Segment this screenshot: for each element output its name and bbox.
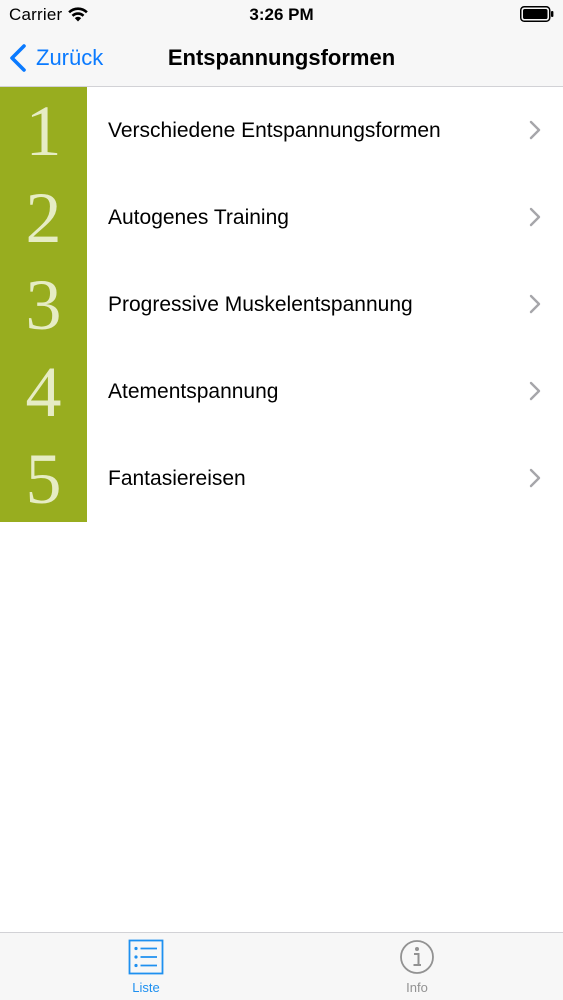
topic-list: 1 Verschiedene Entspannungsformen 2 Auto…: [0, 87, 563, 522]
list-item-2[interactable]: 2 Autogenes Training: [0, 174, 563, 261]
list-icon: [128, 939, 164, 975]
number-badge: 5: [0, 435, 87, 522]
navigation-bar: Zurück Entspannungsformen: [0, 30, 563, 87]
number-badge: 1: [0, 87, 87, 174]
back-button[interactable]: Zurück: [8, 40, 103, 76]
number-badge: 4: [0, 348, 87, 435]
tab-label: Liste: [132, 980, 160, 995]
chevron-right-icon: [529, 120, 541, 140]
chevron-right-icon: [529, 207, 541, 227]
chevron-right-icon: [529, 381, 541, 401]
number-badge: 3: [0, 261, 87, 348]
list-item-label: Autogenes Training: [108, 205, 289, 229]
tab-bar: Liste Info: [0, 932, 563, 1000]
screen: Carrier 3:26 PM Zurück Entspannungsforme…: [0, 0, 563, 1000]
list-item-label: Progressive Muskelentspannung: [108, 292, 413, 316]
tab-label: Info: [406, 980, 428, 995]
number-badge: 2: [0, 174, 87, 261]
tab-liste[interactable]: Liste: [76, 933, 216, 1000]
list-item-label: Atementspannung: [108, 379, 279, 403]
battery-icon: [520, 6, 554, 22]
list-item-label: Fantasiereisen: [108, 466, 246, 490]
list-item-label: Verschiedene Entspannungsformen: [108, 118, 441, 142]
list-item-4[interactable]: 4 Atementspannung: [0, 348, 563, 435]
clock: 3:26 PM: [249, 5, 314, 24]
tab-info[interactable]: Info: [347, 933, 487, 1000]
chevron-right-icon: [529, 294, 541, 314]
list-item-5[interactable]: 5 Fantasiereisen: [0, 435, 563, 522]
list-item-3[interactable]: 3 Progressive Muskelentspannung: [0, 261, 563, 348]
chevron-right-icon: [529, 468, 541, 488]
info-icon: [400, 940, 434, 974]
chevron-left-icon: [10, 44, 26, 72]
back-label: Zurück: [36, 45, 104, 70]
status-bar: Carrier 3:26 PM: [0, 0, 563, 30]
list-item-1[interactable]: 1 Verschiedene Entspannungsformen: [0, 87, 563, 174]
